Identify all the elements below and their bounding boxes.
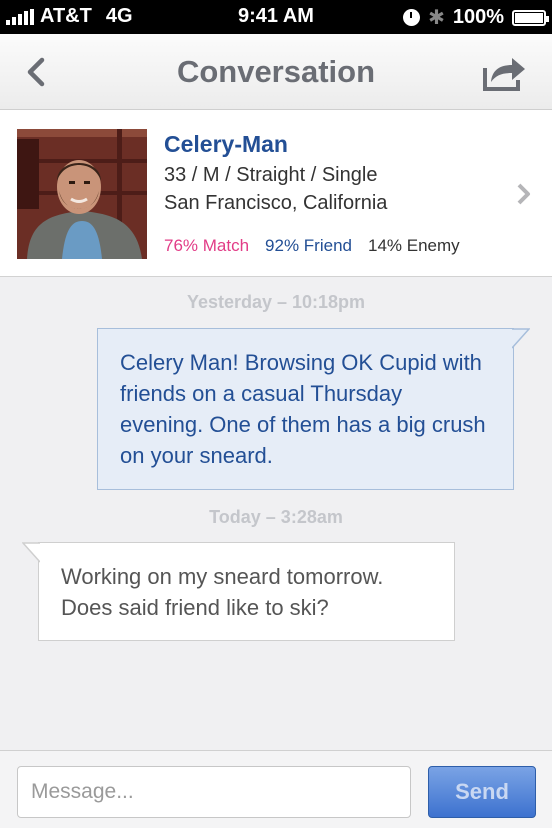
avatar xyxy=(17,129,147,259)
message-text: Working on my sneard tomorrow. Does said… xyxy=(61,564,384,620)
message-composer: Send xyxy=(0,750,552,828)
profile-name: Celery-Man xyxy=(164,131,288,157)
chevron-right-icon xyxy=(517,183,530,205)
profile-photo xyxy=(17,129,147,259)
enemy-percent: 14% Enemy xyxy=(367,236,460,255)
page-title: Conversation xyxy=(176,54,376,89)
compatibility-stats: 76% Match 92% Friend 14% Enemy xyxy=(164,236,460,256)
battery-icon xyxy=(512,9,549,26)
outgoing-message-bubble: Celery Man! Browsing OK Cupid with frien… xyxy=(97,328,530,490)
bubble-tail xyxy=(512,328,530,349)
profile-location: San Francisco, California xyxy=(164,192,388,214)
message-timestamp: Today – 3:28am xyxy=(209,507,343,527)
share-icon xyxy=(483,58,525,91)
message-timestamp: Yesterday – 10:18pm xyxy=(186,292,366,312)
message-text: Celery Man! Browsing OK Cupid with frien… xyxy=(120,350,486,468)
profile-details: 33 / M / Straight / Single xyxy=(164,164,378,186)
status-right: ✱ 100% xyxy=(403,5,549,30)
bluetooth-icon: ✱ xyxy=(428,7,445,29)
status-bar: AT&T 4G 9:41 AM ✱ 100% xyxy=(0,0,552,34)
battery-percent: 100% xyxy=(452,6,504,28)
navigation-bar: Conversation xyxy=(0,34,552,110)
incoming-message-bubble: Working on my sneard tomorrow. Does said… xyxy=(22,542,455,641)
send-button[interactable]: Send xyxy=(428,766,536,818)
message-input[interactable] xyxy=(17,766,411,818)
alarm-clock-icon xyxy=(403,9,421,26)
profile-summary[interactable]: Celery-Man 33 / M / Straight / Single Sa… xyxy=(0,110,552,277)
share-button[interactable] xyxy=(482,52,528,92)
bubble-tail xyxy=(22,542,40,563)
friend-percent: 92% Friend xyxy=(265,236,352,255)
match-percent: 76% Match xyxy=(164,236,250,255)
